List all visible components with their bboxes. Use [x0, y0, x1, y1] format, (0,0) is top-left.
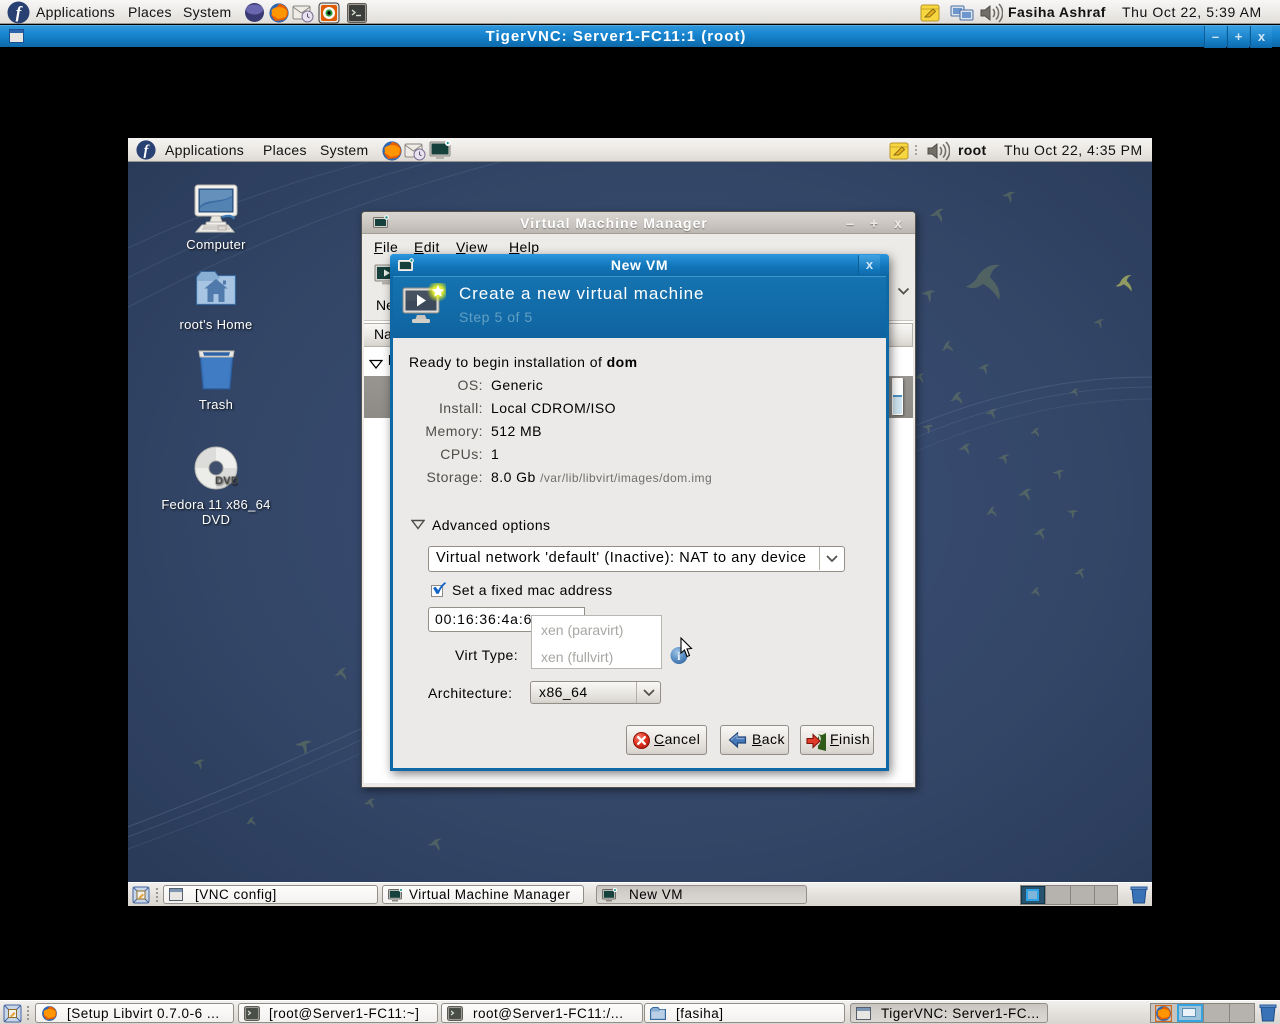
svg-text:DVD: DVD	[215, 475, 238, 487]
